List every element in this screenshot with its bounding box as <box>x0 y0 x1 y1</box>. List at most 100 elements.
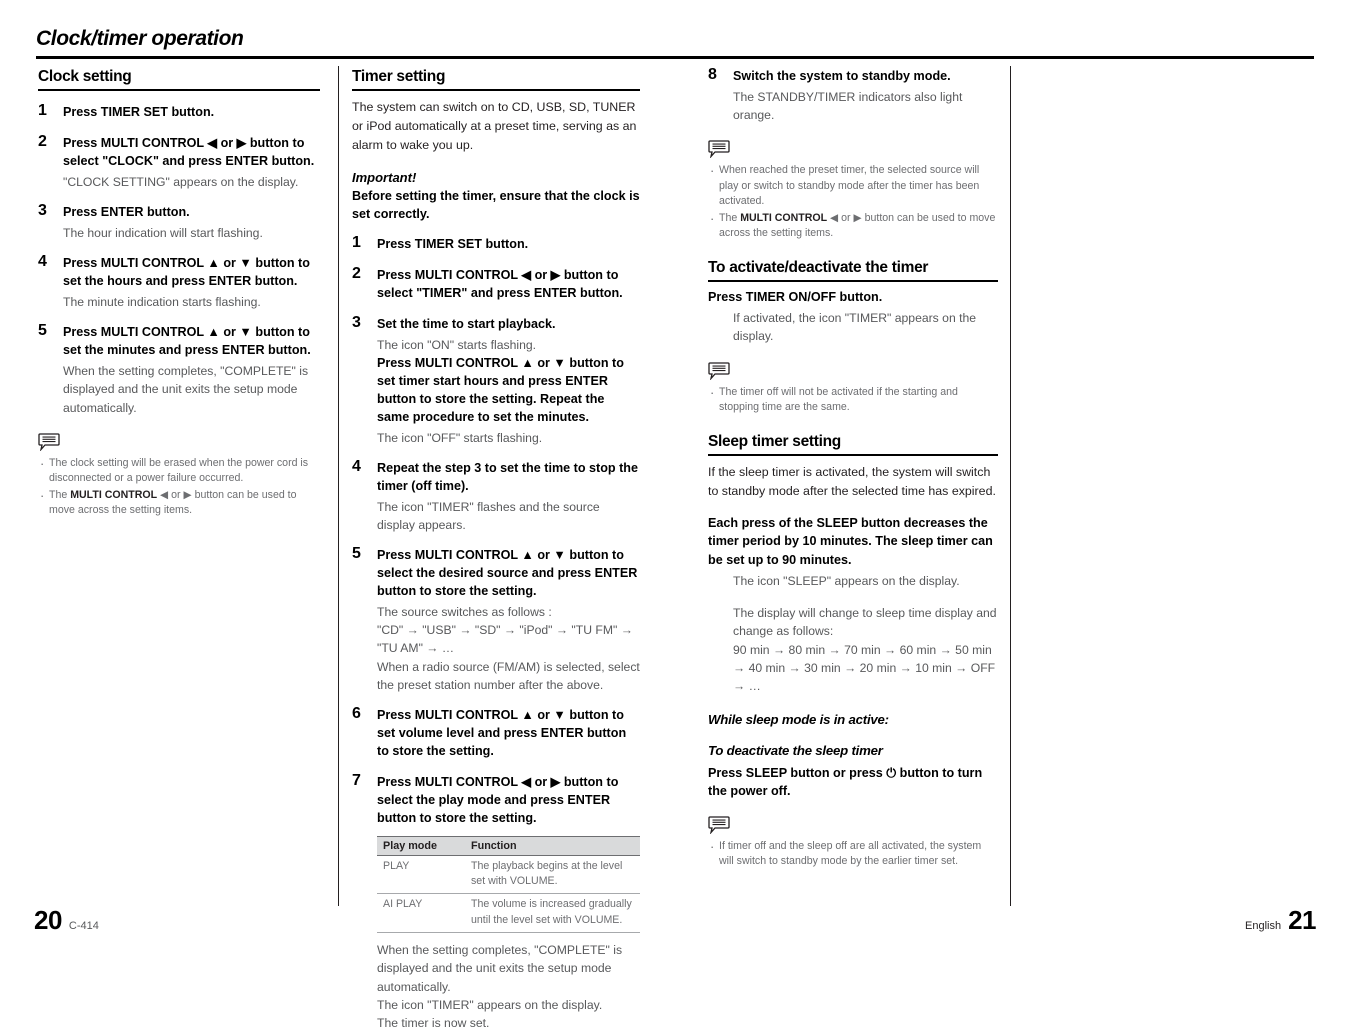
note-item: When reached the preset timer, the selec… <box>708 162 998 208</box>
step-body: The minute indication starts flashing. <box>63 294 261 309</box>
step-item: 4 Press MULTI CONTROL ▲ or ▼ button to s… <box>38 253 320 311</box>
step-sub-bold: Press MULTI CONTROL ▲ or ▼ button to set… <box>377 356 624 424</box>
heading-timer-setting: Timer setting <box>352 68 640 92</box>
note-text-prefix: The <box>49 488 71 501</box>
note-list: If timer off and the sleep off are all a… <box>708 838 998 869</box>
step-number: 3 <box>38 201 47 219</box>
step-number: 2 <box>38 132 47 150</box>
footer-right: English 21 <box>1245 905 1316 936</box>
table-cell-play-mode: AI PLAY <box>377 893 465 933</box>
note-text-mid: ◀ or ▶ <box>827 211 865 224</box>
note-bubble-icon <box>708 361 730 380</box>
table-cell-function: The volume is increased gradually until … <box>465 893 640 933</box>
step-body: The icon "TIMER" flashes and the source … <box>377 499 600 532</box>
step-body-2: The icon "OFF" starts flashing. <box>377 430 543 445</box>
note-list: The timer off will not be activated if t… <box>708 384 998 415</box>
step-body: "CLOCK SETTING" appears on the display. <box>63 174 299 189</box>
power-icon: ⏻ <box>886 765 897 780</box>
sleep-intro: If the sleep timer is activated, the sys… <box>708 464 996 498</box>
note-item: The timer off will not be activated if t… <box>708 384 998 415</box>
running-head: Clock/timer operation <box>36 27 244 50</box>
note-item: If timer off and the sleep off are all a… <box>708 838 998 869</box>
note-text-prefix: The <box>719 211 741 224</box>
step-number: 4 <box>38 253 47 271</box>
note-emphasis: MULTI CONTROL <box>70 488 158 501</box>
step-number: 5 <box>38 322 47 340</box>
step-number: 3 <box>352 313 361 331</box>
step-title: Press MULTI CONTROL ▲ or ▼ button to sel… <box>377 548 638 598</box>
sleep-body-1: The icon "SLEEP" appears on the display. <box>733 573 960 588</box>
sleep-bold-line: Each press of the SLEEP button decreases… <box>708 516 993 567</box>
note-list: The clock setting will be erased when th… <box>38 455 320 518</box>
step-item: 8 Switch the system to standby mode. The… <box>708 66 998 124</box>
memo-block: The timer off will not be activated if t… <box>708 361 998 415</box>
table-row: AI PLAY The volume is increased graduall… <box>377 893 640 933</box>
step-body: The source switches as follows : <box>377 604 552 619</box>
step-number: 5 <box>352 545 361 563</box>
activate-body: If activated, the icon "TIMER" appears o… <box>733 310 977 344</box>
memo-block: When reached the preset timer, the selec… <box>708 140 998 240</box>
step-body: The hour indication will start flashing. <box>63 225 263 240</box>
note-bubble-icon <box>708 140 730 159</box>
sleep-sequence-line-2: → 40 min → 30 min → 20 min → 10 min → OF… <box>733 661 996 675</box>
memo-block: If timer off and the sleep off are all a… <box>708 816 998 869</box>
column-divider-left <box>338 66 339 906</box>
memo-block: The clock setting will be erased when th… <box>38 433 320 518</box>
header-rule <box>36 56 1314 59</box>
after-table-text-1: When the setting completes, "COMPLETE" i… <box>377 942 623 994</box>
step-title: Set the time to start playback. <box>377 316 556 331</box>
heading-activate-deactivate-timer: To activate/deactivate the timer <box>708 259 998 282</box>
table-cell-function: The playback begins at the level set wit… <box>465 855 640 895</box>
step-number: 1 <box>352 234 361 252</box>
step-title: Press TIMER SET button. <box>377 237 529 252</box>
sleep-sequence-line-3: → … <box>733 679 761 694</box>
step-title: Switch the system to standby mode. <box>733 69 951 83</box>
page-number-left: 20 <box>34 905 62 935</box>
step-item: 3 Press ENTER button. The hour indicatio… <box>38 201 320 242</box>
timer-intro-text: The system can switch on to CD, USB, SD,… <box>352 100 637 153</box>
step-title: Press MULTI CONTROL ▲ or ▼ button to set… <box>63 256 310 289</box>
heading-clock-setting: Clock setting <box>38 68 320 92</box>
after-table-text-3: The timer is now set. <box>377 1016 490 1031</box>
step-item: 4 Repeat the step 3 to set the time to s… <box>352 457 640 534</box>
step-item: 5 Press MULTI CONTROL ▲ or ▼ button to s… <box>352 545 640 694</box>
table-header-function: Function <box>465 835 640 856</box>
step-item: 1 Press TIMER SET button. <box>352 234 640 254</box>
step-title: Press TIMER SET button. <box>63 105 215 120</box>
step-number: 8 <box>708 66 717 83</box>
step-title: Press ENTER button. <box>63 204 190 219</box>
step-item: 1 Press TIMER SET button. <box>38 102 320 122</box>
step-title: Repeat the step 3 to set the time to sto… <box>377 460 639 493</box>
model-number: C-414 <box>68 920 99 932</box>
table-header-row: Play mode Function <box>377 835 640 856</box>
note-list: When reached the preset timer, the selec… <box>708 162 998 241</box>
table-header-play-mode: Play mode <box>377 835 465 856</box>
note-bubble-icon <box>708 816 730 835</box>
manual-page-spread: Clock/timer operation Clock setting 1 Pr… <box>0 0 1350 1030</box>
play-mode-table: Play mode Function PLAY The playback beg… <box>377 835 640 933</box>
step-title: Press MULTI CONTROL ▲ or ▼ button to set… <box>63 325 311 358</box>
heading-sleep-timer-setting: Sleep timer setting <box>708 433 998 456</box>
step-item: 6 Press MULTI CONTROL ▲ or ▼ button to s… <box>352 705 640 761</box>
step-body: The STANDBY/TIMER indicators also light … <box>733 89 963 123</box>
heading-deactivate-sleep-timer: To deactivate the sleep timer <box>708 742 883 758</box>
step-number: 1 <box>38 102 47 120</box>
note-item: The clock setting will be erased when th… <box>38 455 320 486</box>
step-number: 7 <box>352 771 361 789</box>
column-clock-setting: Clock setting 1 Press TIMER SET button. … <box>38 68 320 520</box>
step-body-radio-note: When a radio source (FM/AM) is selected,… <box>377 659 640 692</box>
note-emphasis: MULTI CONTROL <box>740 211 828 224</box>
step-title: Press MULTI CONTROL ◀ or ▶ button to sel… <box>63 135 315 168</box>
language-label: English <box>1245 920 1282 932</box>
step-body: The icon "ON" starts flashing. <box>377 337 537 352</box>
step-item: 3 Set the time to start playback. The ic… <box>352 313 640 447</box>
deactivate-sleep-instruction: Press SLEEP button or press ⏻ button to … <box>708 764 998 801</box>
step-number: 4 <box>352 457 361 475</box>
important-label: Important! <box>352 169 417 185</box>
table-cell-play-mode: PLAY <box>377 855 465 895</box>
note-bubble-icon <box>38 433 60 451</box>
step-item: 2 Press MULTI CONTROL ◀ or ▶ button to s… <box>352 265 640 303</box>
note-item: The MULTI CONTROL ◀ or ▶ button can be u… <box>708 210 998 241</box>
note-text-mid: ◀ or ▶ <box>157 488 195 501</box>
sleep-body-2: The display will change to sleep time di… <box>733 606 997 639</box>
